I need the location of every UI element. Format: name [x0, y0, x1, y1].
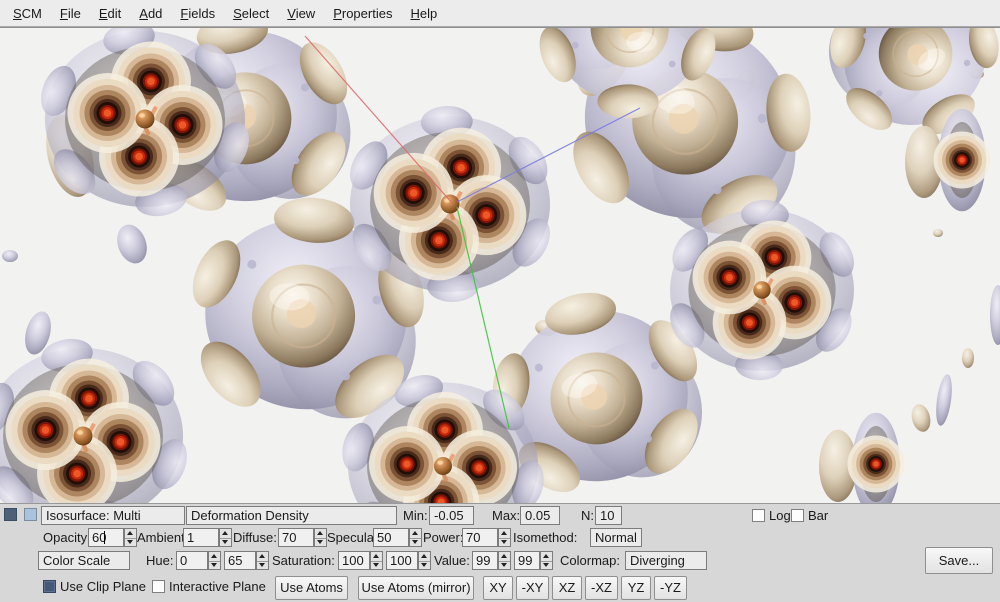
- hue-label: Hue:: [146, 551, 173, 570]
- value-min-field-spin-down-icon[interactable]: [499, 561, 510, 570]
- yz-button[interactable]: -YZ: [654, 576, 687, 600]
- menu-add[interactable]: Add: [130, 2, 171, 25]
- n-label: N:: [581, 506, 594, 525]
- min-input[interactable]: -0.05: [429, 506, 474, 525]
- opacity-field-spin[interactable]: [124, 528, 137, 547]
- log-checkbox[interactable]: [752, 509, 765, 522]
- specular-field-spin-down-icon[interactable]: [410, 538, 421, 547]
- power-field-spin-down-icon[interactable]: [499, 538, 510, 547]
- color-swatch-negative[interactable]: [4, 508, 17, 521]
- opacity-label: Opacity:: [43, 528, 91, 547]
- xz-button[interactable]: -XZ: [585, 576, 618, 600]
- hue-max-field-spin[interactable]: [256, 551, 269, 570]
- xz-button[interactable]: XZ: [552, 576, 582, 600]
- log-label: Log: [769, 506, 791, 525]
- min-label: Min:: [403, 506, 428, 525]
- hue-min-field-spin-down-icon[interactable]: [209, 561, 220, 570]
- menu-file[interactable]: File: [51, 2, 90, 25]
- saturation-min-field-spin[interactable]: [370, 551, 383, 570]
- xy-button[interactable]: XY: [483, 576, 513, 600]
- opacity-field-spin-down-icon[interactable]: [125, 538, 136, 547]
- ambient-label: Ambient:: [137, 528, 188, 547]
- color-swatch-positive[interactable]: [24, 508, 37, 521]
- colormap-field[interactable]: Diverging: [625, 551, 707, 570]
- value-min-field-spin[interactable]: [498, 551, 511, 570]
- power-label: Power:: [423, 528, 463, 547]
- specular-field-spin[interactable]: [409, 528, 422, 547]
- interactive-plane-checkbox[interactable]: [152, 580, 165, 593]
- menu-help[interactable]: Help: [401, 2, 446, 25]
- bar-label: Bar: [808, 506, 828, 525]
- menu-view[interactable]: View: [278, 2, 324, 25]
- hue-max-field[interactable]: 65: [224, 551, 256, 570]
- menu-fields[interactable]: Fields: [171, 2, 224, 25]
- save-button[interactable]: Save...: [925, 547, 993, 574]
- yz-button[interactable]: YZ: [621, 576, 651, 600]
- ambient-field[interactable]: 1: [183, 528, 219, 547]
- isosurface-mode-field[interactable]: Isosurface: Multi: [41, 506, 185, 525]
- saturation-max-field-spin[interactable]: [418, 551, 431, 570]
- bar-checkbox[interactable]: [791, 509, 804, 522]
- menu-scm[interactable]: SCM: [4, 2, 51, 25]
- saturation-max-field-spin-down-icon[interactable]: [419, 561, 430, 570]
- value-max-field-spin[interactable]: [540, 551, 553, 570]
- n-input[interactable]: 10: [595, 506, 622, 525]
- menu-bar: SCMFileEditAddFieldsSelectViewProperties…: [0, 0, 1000, 27]
- colormap-label: Colormap:: [560, 551, 620, 570]
- ambient-field-spin[interactable]: [219, 528, 232, 547]
- field-name-field[interactable]: Deformation Density: [186, 506, 397, 525]
- max-input[interactable]: 0.05: [520, 506, 560, 525]
- color-scale-field[interactable]: Color Scale: [38, 551, 130, 570]
- isomethod-field[interactable]: Normal: [590, 528, 642, 547]
- menu-select[interactable]: Select: [224, 2, 278, 25]
- value-min-field[interactable]: 99: [472, 551, 498, 570]
- hue-max-field-spin-down-icon[interactable]: [257, 561, 268, 570]
- hue-min-field-spin[interactable]: [208, 551, 221, 570]
- diffuse-field-spin[interactable]: [314, 528, 327, 547]
- xy-button[interactable]: -XY: [516, 576, 549, 600]
- saturation-min-field[interactable]: 100: [338, 551, 370, 570]
- hue-min-field[interactable]: 0: [176, 551, 208, 570]
- value-max-field[interactable]: 99: [514, 551, 540, 570]
- text-caret: [104, 531, 105, 544]
- saturation-label: Saturation:: [272, 551, 335, 570]
- power-field-spin[interactable]: [498, 528, 511, 547]
- diffuse-label: Diffuse:: [233, 528, 277, 547]
- edge-density-cluster: [819, 413, 905, 504]
- use-clip-plane-label: Use Clip Plane: [60, 577, 146, 596]
- isomethod-label: Isomethod:: [513, 528, 577, 547]
- menu-edit[interactable]: Edit: [90, 2, 130, 25]
- use-atoms-button[interactable]: Use Atoms: [275, 576, 348, 600]
- diffuse-field[interactable]: 70: [278, 528, 314, 547]
- use-clip-plane-checkbox[interactable]: [43, 580, 56, 593]
- opacity-field[interactable]: 60: [88, 528, 124, 547]
- ambient-field-spin-down-icon[interactable]: [220, 538, 231, 547]
- isosurface-render: [0, 28, 1000, 504]
- max-label: Max:: [492, 506, 520, 525]
- saturation-min-field-spin-down-icon[interactable]: [371, 561, 382, 570]
- power-field[interactable]: 70: [462, 528, 498, 547]
- interactive-plane-label: Interactive Plane: [169, 577, 266, 596]
- diffuse-field-spin-down-icon[interactable]: [315, 538, 326, 547]
- use-atoms-mirror-button[interactable]: Use Atoms (mirror): [358, 576, 474, 600]
- viewport-3d[interactable]: [0, 27, 1000, 503]
- saturation-max-field[interactable]: 100: [386, 551, 418, 570]
- menu-properties[interactable]: Properties: [324, 2, 401, 25]
- control-panel: Isosurface: MultiDeformation Density Min:…: [0, 503, 1000, 602]
- deformation-density-cluster: [0, 335, 193, 504]
- value-label: Value:: [434, 551, 470, 570]
- specular-field[interactable]: 50: [373, 528, 409, 547]
- value-max-field-spin-down-icon[interactable]: [541, 561, 552, 570]
